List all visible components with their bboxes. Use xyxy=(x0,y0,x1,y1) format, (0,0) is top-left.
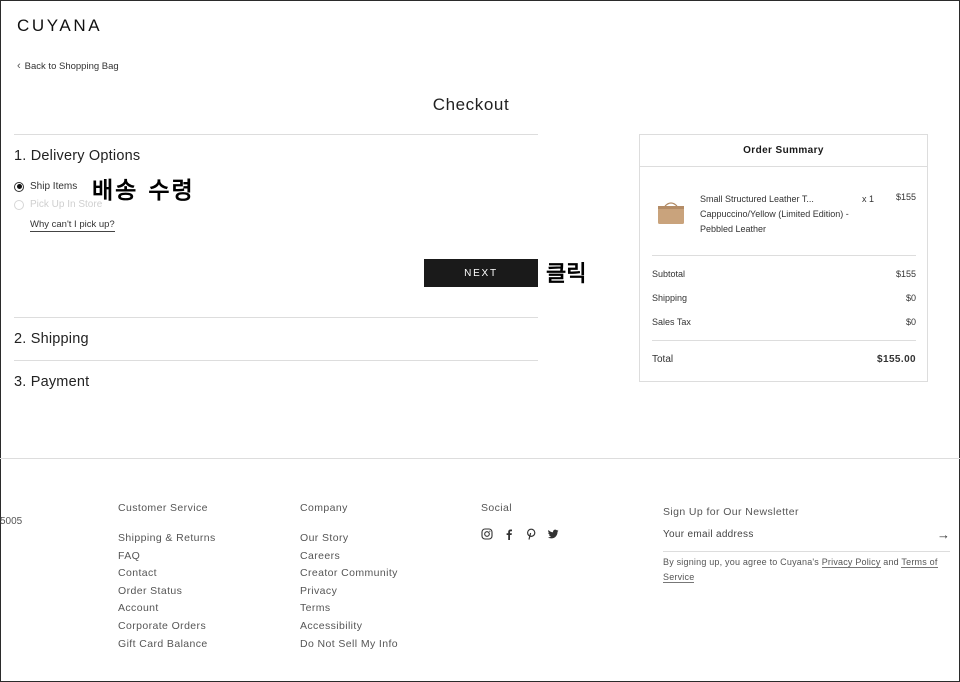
sales-tax-label: Sales Tax xyxy=(652,317,691,327)
brand-logo[interactable]: CUYANA xyxy=(17,16,102,36)
newsletter-signup: Sign Up for Our Newsletter → By signing … xyxy=(663,506,950,584)
shipping-label: Shipping xyxy=(652,293,688,303)
next-button[interactable]: NEXT xyxy=(424,259,538,287)
delivery-options-title[interactable]: 1. Delivery Options xyxy=(14,148,140,164)
footer-link-our-story[interactable]: Our Story xyxy=(300,530,398,548)
shipping-section-title[interactable]: 2. Shipping xyxy=(14,331,89,347)
footer-link-order-status[interactable]: Order Status xyxy=(118,583,216,601)
total-value: $155.00 xyxy=(877,354,916,365)
footer-link-account[interactable]: Account xyxy=(118,600,216,618)
company-heading: Company xyxy=(300,502,348,514)
footer-link-corporate-orders[interactable]: Corporate Orders xyxy=(118,618,216,636)
newsletter-legal-text: By signing up, you agree to Cuyana's Pri… xyxy=(663,555,950,584)
footer-link-contact[interactable]: Contact xyxy=(118,565,216,583)
footer-company: Company Our Story Careers Creator Commun… xyxy=(300,502,398,653)
why-cant-pickup-link[interactable]: Why can't I pick up? xyxy=(30,219,115,232)
divider xyxy=(14,360,538,361)
footer-link-privacy[interactable]: Privacy xyxy=(300,583,398,601)
email-row: → xyxy=(663,527,950,552)
legal-prefix: By signing up, you agree to Cuyana's xyxy=(663,557,820,567)
footer-link-creator-community[interactable]: Creator Community xyxy=(300,565,398,583)
footer-link-careers[interactable]: Careers xyxy=(300,548,398,566)
subtotal-row: Subtotal $155 xyxy=(652,269,916,279)
pinterest-icon[interactable] xyxy=(525,528,537,540)
footer-link-faq[interactable]: FAQ xyxy=(118,548,216,566)
radio-disabled-icon xyxy=(14,199,24,210)
back-link-label: Back to Shopping Bag xyxy=(24,60,119,72)
ship-items-option[interactable]: Ship Items xyxy=(14,181,77,192)
product-name: Small Structured Leather T... Cappuccino… xyxy=(700,194,849,234)
privacy-policy-link[interactable]: Privacy Policy xyxy=(821,557,881,568)
footer-link-shipping-returns[interactable]: Shipping & Returns xyxy=(118,530,216,548)
order-summary: Order Summary Small Structured Leather T… xyxy=(639,134,928,382)
product-price: $155 xyxy=(895,192,916,202)
legal-and: and xyxy=(883,557,899,567)
twitter-icon[interactable] xyxy=(547,528,559,540)
annotation-click: 클릭 xyxy=(546,262,587,287)
instagram-icon[interactable] xyxy=(481,528,493,540)
shipping-value: $0 xyxy=(905,293,916,303)
sales-tax-row: Sales Tax $0 xyxy=(652,317,916,327)
divider xyxy=(14,134,538,135)
facebook-icon[interactable] xyxy=(503,528,515,540)
footer-link-gift-card-balance[interactable]: Gift Card Balance xyxy=(118,636,216,654)
product-quantity: x 1 xyxy=(862,194,875,204)
footer-link-terms[interactable]: Terms xyxy=(300,600,398,618)
footer-link-accessibility[interactable]: Accessibility xyxy=(300,618,398,636)
newsletter-heading: Sign Up for Our Newsletter xyxy=(663,506,799,518)
footer-partial-text: 5005 xyxy=(0,516,23,527)
divider xyxy=(14,317,538,318)
shipping-row: Shipping $0 xyxy=(652,293,916,303)
footer-social: Social xyxy=(481,502,559,540)
chevron-left-icon: ‹ xyxy=(17,60,21,72)
ship-items-label: Ship Items xyxy=(30,181,78,192)
pickup-label: Pick Up In Store xyxy=(30,199,103,210)
annotation-ship: 배송 수령 xyxy=(92,178,195,204)
sales-tax-value: $0 xyxy=(905,317,916,327)
subtotal-value: $155 xyxy=(895,269,916,279)
arrow-right-icon[interactable]: → xyxy=(937,527,950,542)
page-title: Checkout xyxy=(432,95,510,114)
divider xyxy=(652,255,916,256)
divider xyxy=(652,340,916,341)
newsletter-email-input[interactable] xyxy=(663,529,903,540)
radio-checked-icon[interactable] xyxy=(14,181,24,192)
social-heading: Social xyxy=(481,502,512,514)
payment-section-title[interactable]: 3. Payment xyxy=(14,374,89,390)
subtotal-label: Subtotal xyxy=(652,269,686,279)
footer-customer-service: Customer Service Shipping & Returns FAQ … xyxy=(118,502,216,653)
pickup-in-store-option: Pick Up In Store xyxy=(14,199,102,210)
total-label: Total xyxy=(652,354,674,365)
customer-service-heading: Customer Service xyxy=(118,502,208,514)
order-summary-title: Order Summary xyxy=(640,135,927,167)
footer-link-do-not-sell[interactable]: Do Not Sell My Info xyxy=(300,636,398,654)
product-thumbnail xyxy=(658,202,684,224)
total-row: Total $155.00 xyxy=(652,354,916,365)
back-to-bag-link[interactable]: ‹ Back to Shopping Bag xyxy=(17,60,119,72)
footer-divider xyxy=(0,458,960,459)
